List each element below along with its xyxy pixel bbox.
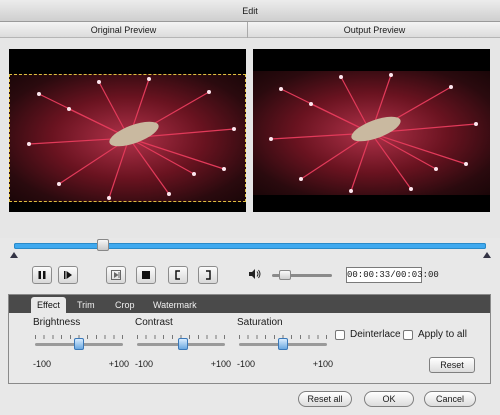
stop-icon xyxy=(141,270,151,280)
tab-bar: Effect Trim Crop Watermark xyxy=(9,295,490,313)
contrast-thumb[interactable] xyxy=(177,338,188,350)
brightness-max: +100 xyxy=(108,359,129,369)
tab-crop[interactable]: Crop xyxy=(109,297,141,313)
flower-image xyxy=(27,77,236,200)
original-video-frame xyxy=(9,74,246,202)
contrast-max: +100 xyxy=(210,359,231,369)
volume-thumb[interactable] xyxy=(279,270,292,280)
original-preview-label: Original Preview xyxy=(0,22,248,38)
brightness-control: Brightness -100 +100 xyxy=(33,317,129,377)
step-forward-button[interactable] xyxy=(58,266,78,284)
checkbox-box[interactable] xyxy=(403,329,413,340)
volume-slider[interactable] xyxy=(272,270,332,280)
playback-controls: 00:00:33/00:03:00 xyxy=(8,260,491,290)
saturation-max: +100 xyxy=(312,359,333,369)
timeline[interactable] xyxy=(8,238,491,260)
original-preview[interactable] xyxy=(9,49,246,212)
brightness-label: Brightness xyxy=(33,317,81,328)
mark-in-icon xyxy=(173,270,183,280)
flower-image xyxy=(269,73,478,193)
tab-watermark[interactable]: Watermark xyxy=(147,297,203,313)
progress-track[interactable] xyxy=(14,239,486,251)
saturation-thumb[interactable] xyxy=(278,338,288,350)
dialog-footer: Reset all OK Cancel xyxy=(0,384,500,415)
frame-step-icon xyxy=(111,270,121,280)
saturation-control: Saturation -100 +100 xyxy=(237,317,333,377)
saturation-label: Saturation xyxy=(237,317,283,328)
reset-all-button[interactable]: Reset all xyxy=(298,391,352,407)
contrast-control: Contrast -100 +100 xyxy=(135,317,231,377)
checkbox-box[interactable] xyxy=(335,329,345,340)
reset-button[interactable]: Reset xyxy=(429,357,475,373)
pause-button[interactable] xyxy=(32,266,52,284)
contrast-label: Contrast xyxy=(135,317,173,328)
saturation-min: -100 xyxy=(237,359,256,369)
mark-out-button[interactable] xyxy=(198,266,218,284)
output-preview-label: Output Preview xyxy=(343,25,406,35)
deinterlace-checkbox[interactable]: Deinterlace xyxy=(335,329,401,340)
time-display: 00:00:33/00:03:00 xyxy=(346,267,439,283)
window-title: Edit xyxy=(0,0,500,22)
brightness-min: -100 xyxy=(33,359,52,369)
next-frame-button[interactable] xyxy=(106,266,126,284)
mark-out-icon xyxy=(203,270,213,280)
mark-in-button[interactable] xyxy=(168,266,188,284)
output-preview xyxy=(253,49,490,212)
preview-headers: Original Preview Output Preview xyxy=(0,22,500,38)
deinterlace-label: Deinterlace xyxy=(350,329,401,340)
contrast-min: -100 xyxy=(135,359,154,369)
volume-icon[interactable] xyxy=(248,268,264,282)
apply-to-all-label: Apply to all xyxy=(418,329,467,340)
brightness-slider[interactable] xyxy=(35,338,123,350)
play-step-icon xyxy=(63,270,73,280)
brightness-thumb[interactable] xyxy=(74,338,84,350)
stop-button[interactable] xyxy=(136,266,156,284)
pause-icon xyxy=(37,270,47,280)
settings-panel: Effect Trim Crop Watermark Brightness -1… xyxy=(8,294,491,384)
progress-thumb[interactable] xyxy=(96,239,109,251)
apply-to-all-checkbox[interactable]: Apply to all xyxy=(403,329,467,340)
preview-area xyxy=(0,38,500,238)
start-marker-icon[interactable] xyxy=(10,252,18,258)
tab-effect[interactable]: Effect xyxy=(31,297,66,313)
contrast-slider[interactable] xyxy=(137,338,225,350)
tab-trim[interactable]: Trim xyxy=(71,297,101,313)
cancel-button[interactable]: Cancel xyxy=(424,391,476,407)
end-marker-icon[interactable] xyxy=(483,252,491,258)
saturation-slider[interactable] xyxy=(239,338,327,350)
output-video-frame xyxy=(253,71,490,195)
ok-button[interactable]: OK xyxy=(364,391,414,407)
